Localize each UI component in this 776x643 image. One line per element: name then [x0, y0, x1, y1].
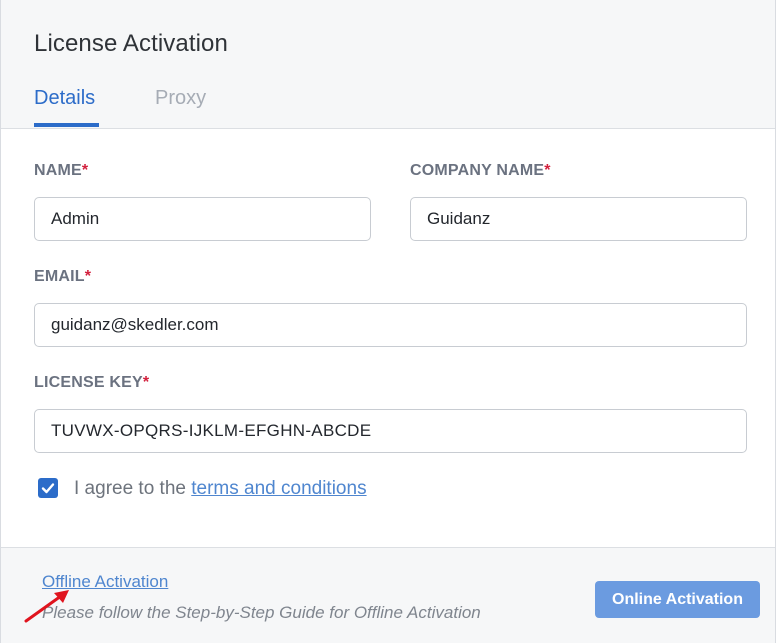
tab-details[interactable]: Details	[34, 87, 95, 110]
email-field[interactable]	[34, 303, 747, 347]
required-mark: *	[544, 162, 551, 179]
name-field[interactable]	[34, 197, 371, 241]
offline-guide-text: Please follow the Step-by-Step Guide for…	[42, 603, 481, 622]
agree-checkbox[interactable]	[38, 478, 58, 498]
agree-text: I agree to the terms and conditions	[74, 478, 367, 499]
license-key-label: LICENSE KEY*	[34, 374, 150, 391]
company-name-label: COMPANY NAME*	[410, 162, 551, 179]
email-label: EMAIL*	[34, 268, 92, 285]
required-mark: *	[81, 162, 89, 179]
red-arrow-icon	[24, 590, 69, 623]
tab-proxy[interactable]: Proxy	[155, 87, 206, 110]
terms-link[interactable]: terms and conditions	[191, 478, 366, 499]
dialog-header: License Activation Details Proxy	[1, 0, 775, 129]
required-mark: *	[142, 374, 150, 391]
company-name-field[interactable]	[410, 197, 747, 241]
license-key-field[interactable]	[34, 409, 747, 453]
active-tab-indicator	[34, 123, 99, 127]
license-activation-dialog: License Activation Details Proxy NAME* C…	[0, 0, 776, 643]
online-activation-button[interactable]: Online Activation	[595, 581, 760, 618]
checkmark-icon	[41, 483, 55, 494]
dialog-title: License Activation	[34, 30, 228, 57]
name-label: NAME*	[34, 162, 89, 179]
required-mark: *	[84, 268, 92, 285]
